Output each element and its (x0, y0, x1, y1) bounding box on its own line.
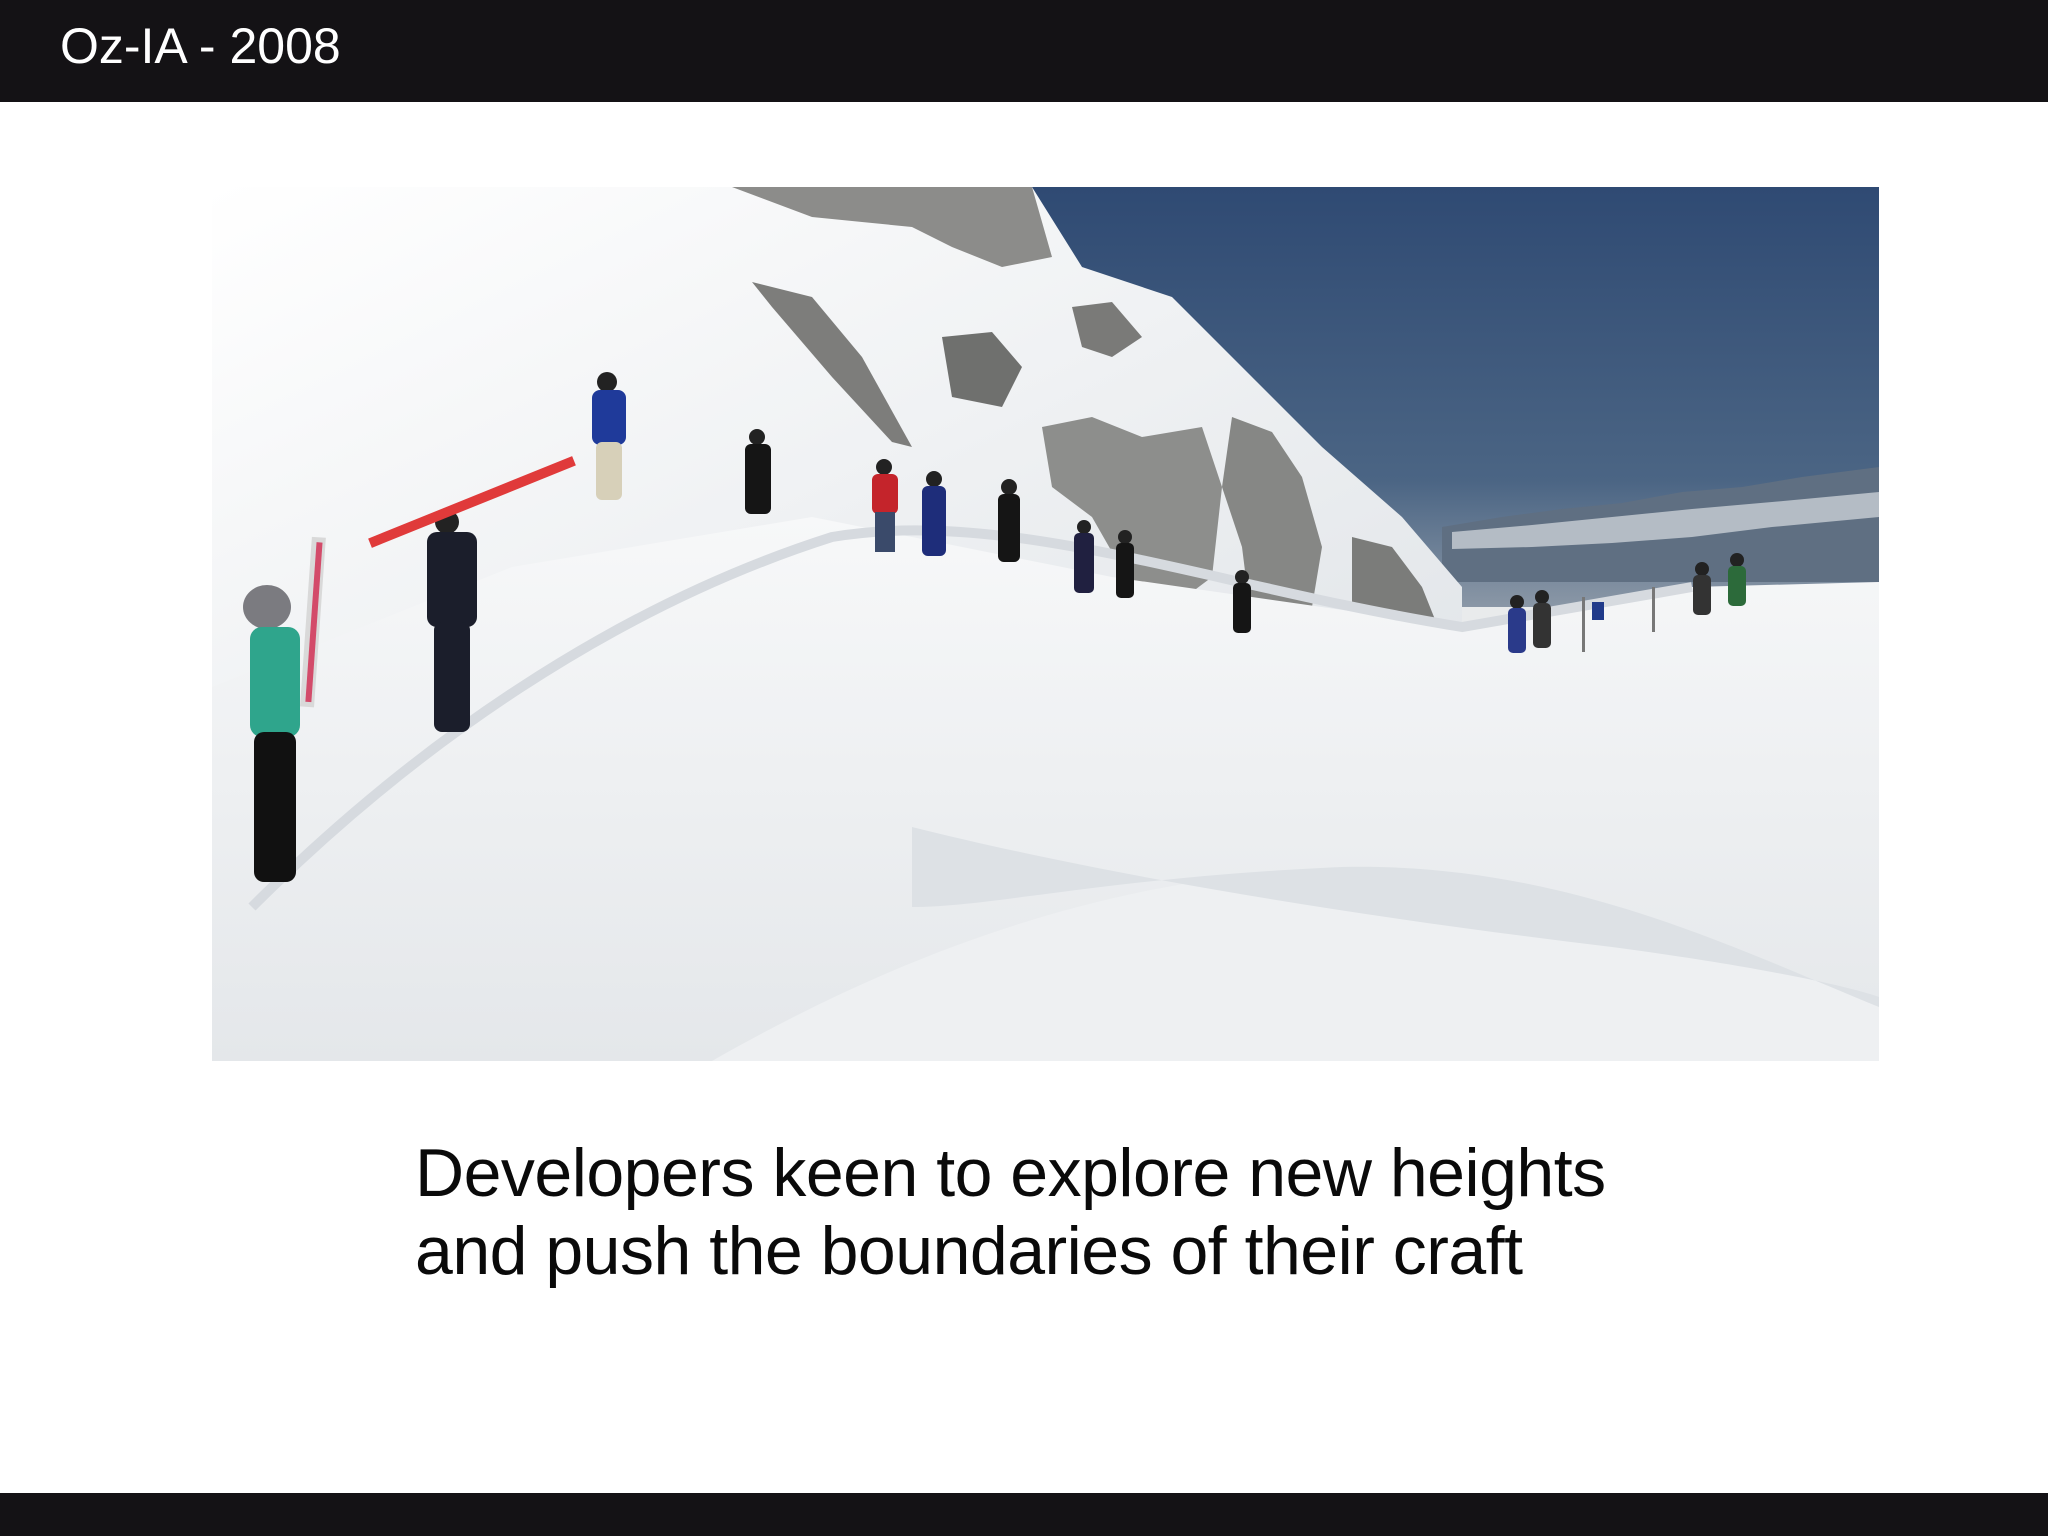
slide-photo-skiers-ridge (212, 187, 1879, 1061)
caption-line-1: Developers keen to explore new heights (415, 1135, 1606, 1211)
slide-caption: Developers keen to explore new heights a… (415, 1134, 1715, 1290)
slide-header-title: Oz-IA - 2008 (60, 18, 341, 74)
skier-blue-jacket (592, 372, 626, 500)
footer-bar (0, 1493, 2048, 1536)
ski-ridge-illustration (212, 187, 1879, 1061)
caption-line-2: and push the boundaries of their craft (415, 1213, 1523, 1289)
header-bar: Oz-IA - 2008 (0, 0, 2048, 102)
